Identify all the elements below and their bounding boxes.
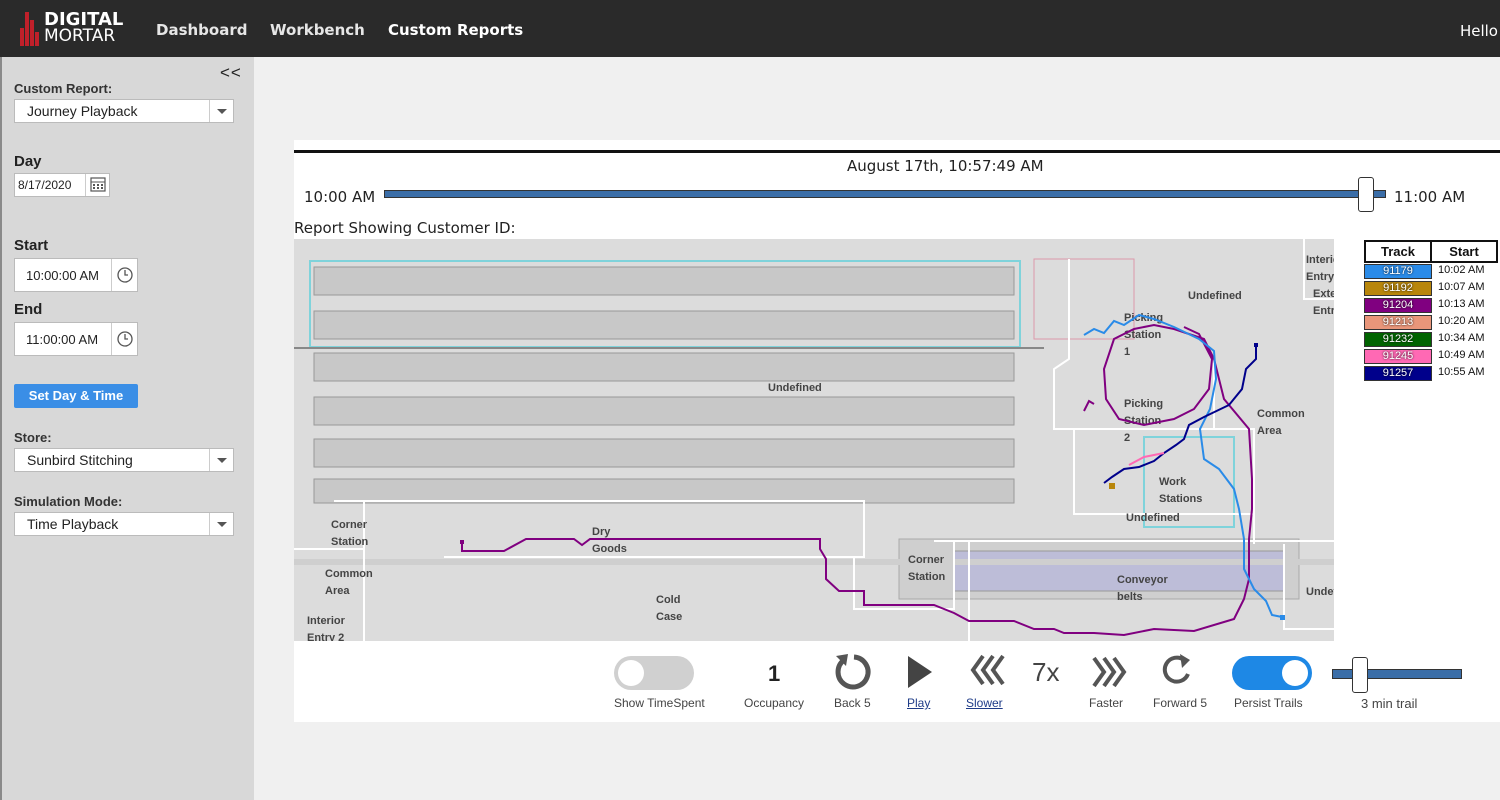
legend-start-time: 10:34 AM — [1438, 332, 1485, 344]
legend-start-header: Start — [1430, 240, 1498, 263]
end-label: End — [14, 301, 43, 318]
playback-speed: 7x — [1032, 657, 1060, 687]
playback-panel: August 17th, 10:57:49 AM 10:00 AM 11:00 … — [294, 140, 1500, 722]
start-label: Start — [14, 237, 49, 254]
show-timespent-toggle[interactable] — [614, 656, 694, 690]
persist-trails-label: Persist Trails — [1234, 696, 1303, 710]
end-time-value: 11:00:00 AM — [26, 332, 99, 347]
user-greeting[interactable]: Hello — [1460, 22, 1498, 40]
timeline-start-label: 10:00 AM — [304, 188, 376, 206]
play-icon[interactable] — [906, 654, 936, 690]
logo-icon — [20, 12, 40, 46]
legend-track-id: 91204 — [1364, 298, 1432, 313]
legend-start-time: 10:20 AM — [1438, 315, 1485, 327]
day-value: 8/17/2020 — [18, 178, 72, 192]
clock-icon[interactable] — [111, 259, 137, 291]
legend-start-time: 10:07 AM — [1438, 281, 1485, 293]
back-5-label[interactable]: Back 5 — [834, 696, 871, 710]
start-time-value: 10:00:00 AM — [26, 268, 99, 283]
marker-91204 — [460, 540, 464, 544]
toggle-knob — [1282, 660, 1308, 686]
legend-track-id: 91192 — [1364, 281, 1432, 296]
set-day-time-button[interactable]: Set Day & Time — [14, 384, 138, 408]
forward-5-icon[interactable] — [1162, 652, 1196, 692]
simulation-mode-label: Simulation Mode: — [14, 494, 123, 509]
slower-icon[interactable] — [969, 654, 1009, 688]
legend-start-time: 10:13 AM — [1438, 298, 1485, 310]
store-select[interactable]: Sunbird Stitching — [14, 448, 234, 472]
clock-icon[interactable] — [111, 323, 137, 355]
marker-91192 — [1109, 483, 1115, 489]
faster-icon[interactable] — [1088, 656, 1128, 690]
slower-button[interactable]: Slower — [966, 696, 1003, 710]
simulation-mode-select[interactable]: Time Playback — [14, 512, 234, 536]
zone-undefined-center: Undefined — [768, 382, 822, 394]
nav-custom-reports[interactable]: Custom Reports — [388, 21, 523, 39]
day-input[interactable]: 8/17/2020 — [14, 173, 110, 197]
store-floor-map[interactable]: Undefined Picking Station 1 Picking Station… — [294, 239, 1334, 641]
custom-report-label: Custom Report: — [14, 81, 113, 96]
logo[interactable]: DIGITAL MORTAR — [44, 11, 123, 45]
logo-line2: MORTAR — [44, 26, 116, 46]
legend-track-id: 91232 — [1364, 332, 1432, 347]
legend-track-id: 91257 — [1364, 366, 1432, 381]
timeline-slider-track[interactable] — [384, 190, 1386, 198]
nav-workbench[interactable]: Workbench — [270, 21, 365, 39]
zone-undefined-mid: Undefined — [1126, 512, 1180, 524]
custom-report-value: Journey Playback — [27, 103, 138, 119]
report-customer-label: Report Showing Customer ID: — [294, 219, 516, 237]
occupancy-label: Occupancy — [744, 696, 805, 710]
play-button[interactable]: Play — [907, 696, 930, 710]
zone-undefined-top: Undefined — [1188, 290, 1242, 302]
toggle-knob — [618, 660, 644, 686]
timeline-slider-handle[interactable] — [1358, 177, 1374, 212]
collapse-sidebar-button[interactable]: << — [220, 63, 242, 83]
store-label: Store: — [14, 430, 52, 445]
trail-length-handle[interactable] — [1352, 657, 1368, 693]
nav-dashboard[interactable]: Dashboard — [156, 21, 247, 39]
chevron-down-icon — [209, 100, 233, 122]
legend-track-header: Track — [1364, 240, 1432, 263]
start-time-input[interactable]: 10:00:00 AM — [14, 258, 138, 292]
trail-length-label: 3 min trail — [1361, 696, 1418, 711]
chevron-down-icon — [209, 513, 233, 535]
occupancy-value: 1 — [768, 661, 781, 686]
forward-5-label[interactable]: Forward 5 — [1153, 696, 1207, 710]
faster-label[interactable]: Faster — [1089, 696, 1123, 710]
custom-report-select[interactable]: Journey Playback — [14, 99, 234, 123]
chevron-down-icon — [209, 449, 233, 471]
legend-track-id: 91213 — [1364, 315, 1432, 330]
zone-undefined-bottom: Undefined — [1306, 586, 1334, 598]
legend-track-id: 91179 — [1364, 264, 1432, 279]
store-value: Sunbird Stitching — [27, 452, 133, 468]
legend-start-time: 10:02 AM — [1438, 264, 1485, 276]
current-time-display: August 17th, 10:57:49 AM — [847, 157, 1044, 175]
persist-trails-toggle[interactable] — [1232, 656, 1312, 690]
back-5-icon[interactable] — [832, 650, 876, 694]
legend-start-time: 10:49 AM — [1438, 349, 1485, 361]
divider — [294, 150, 1500, 153]
legend-start-time: 10:55 AM — [1438, 366, 1485, 378]
marker-91179 — [1280, 615, 1285, 620]
legend-track-id: 91245 — [1364, 349, 1432, 364]
day-label: Day — [14, 153, 42, 170]
top-navigation-bar: DIGITAL MORTAR Dashboard Workbench Custo… — [0, 0, 1500, 57]
marker-91257 — [1254, 343, 1258, 347]
sidebar: << Custom Report: Journey Playback Day 8… — [0, 57, 254, 800]
show-timespent-label: Show TimeSpent — [614, 696, 705, 710]
legend-header: Track Start — [1364, 240, 1500, 263]
simulation-mode-value: Time Playback — [27, 516, 119, 532]
end-time-input[interactable]: 11:00:00 AM — [14, 322, 138, 356]
timeline-end-label: 11:00 AM — [1394, 188, 1466, 206]
calendar-icon[interactable] — [85, 174, 109, 196]
